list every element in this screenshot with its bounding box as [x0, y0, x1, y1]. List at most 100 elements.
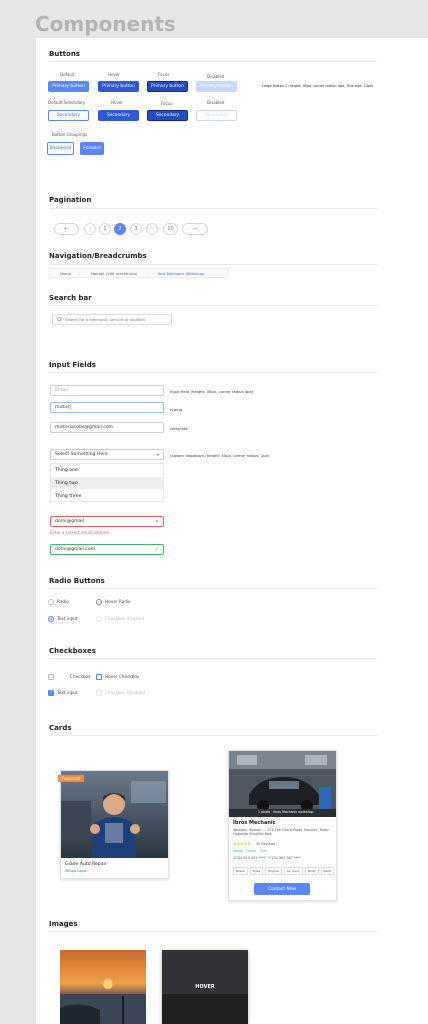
- review-count: 39 Reviews: [256, 842, 276, 846]
- checkbox-disabled: [96, 690, 102, 696]
- star-rating-icon: ★★★★★: [233, 841, 251, 846]
- state-label-secondary-focus: Focus: [161, 101, 173, 106]
- state-label-hover: Hover: [108, 72, 120, 77]
- service-tag: Engine: [265, 867, 282, 875]
- pagination-page-2-active[interactable]: 2: [114, 223, 126, 235]
- secondary-button-disabled: Secondary: [196, 110, 237, 121]
- radio-hover[interactable]: [96, 599, 102, 605]
- card-location: Mfupa Lapic: [65, 869, 87, 873]
- divider: [49, 588, 377, 589]
- backward-button[interactable]: Backward: [47, 142, 74, 155]
- pagination-next-button[interactable]: →: [182, 223, 208, 235]
- hover-image[interactable]: HOVER: [162, 950, 248, 1024]
- secondary-button-default[interactable]: Secondary: [48, 110, 89, 121]
- email-field-empty[interactable]: Email: [50, 385, 164, 396]
- dropdown-option[interactable]: Thing one: [51, 464, 163, 476]
- checkbox-checked[interactable]: ✓: [48, 690, 54, 696]
- divider: [49, 305, 377, 306]
- error-field-value: domi@gmail: [55, 519, 84, 524]
- pagination-page-last[interactable]: 10: [163, 223, 178, 235]
- input-fields-section-title: Input Fields: [49, 361, 96, 369]
- checkbox-hover[interactable]: [96, 674, 102, 680]
- input-spec-note: Input field (height: 45px, corner radius…: [170, 389, 254, 394]
- hover-overlay-label: HOVER: [195, 984, 215, 990]
- state-label-default: Default: [60, 72, 75, 77]
- typing-note: typing: [170, 407, 183, 412]
- error-email-field[interactable]: domi@gmail ✕: [50, 516, 164, 527]
- valid-email-field[interactable]: domi@gmail.com ✓: [50, 544, 164, 555]
- components-sheet: Buttons Default Hover Focus Disabled Pri…: [36, 38, 428, 1024]
- breadcrumb-home[interactable]: Home: [60, 271, 71, 276]
- divider: [49, 208, 377, 209]
- state-label-default-secondary: Default Secondary: [48, 100, 86, 105]
- pagination-prev-button[interactable]: ←: [54, 223, 79, 235]
- error-x-icon: ✕: [154, 518, 159, 525]
- pagination-chevron-right[interactable]: ›: [146, 223, 158, 235]
- checkbox-checked-label: Text input: [57, 690, 78, 695]
- divider: [49, 658, 377, 659]
- photo-caption: 1 photo · Ibros Mechanic workshop: [258, 810, 314, 814]
- dropdown-option[interactable]: Thing three: [51, 490, 163, 502]
- forward-button[interactable]: Forward: [80, 142, 104, 155]
- radio-disabled-label: Checkbox disabled: [105, 616, 145, 621]
- service-tag: Body: [304, 867, 319, 875]
- radio-disabled: [96, 616, 102, 622]
- card-title: Glade Auto Repair: [65, 862, 107, 867]
- radio-hover-label: Hover Radio: [105, 599, 131, 604]
- primary-button-hover[interactable]: Primary button: [98, 81, 139, 92]
- dropdown-option-hover[interactable]: Thing two: [51, 477, 163, 489]
- contact-now-button[interactable]: Contact Now: [254, 883, 310, 895]
- button-groupings-label: Button Groupings: [52, 132, 88, 137]
- radio-default[interactable]: [48, 599, 54, 605]
- pagination-page-3[interactable]: 3: [130, 223, 142, 235]
- primary-button-disabled: Primary button: [196, 81, 237, 92]
- complete-note: complete: [170, 426, 188, 431]
- primary-button-default[interactable]: Primary button: [48, 81, 89, 92]
- dropdown-value: Select Something Here: [55, 452, 108, 457]
- divider: [49, 735, 377, 736]
- typing-field[interactable]: mister|: [50, 402, 164, 413]
- search-input[interactable]: [65, 316, 165, 323]
- arrow-left-icon: ←: [64, 226, 69, 232]
- radio-selected[interactable]: [48, 616, 54, 622]
- search-icon: [57, 317, 62, 322]
- cards-section-title: Cards: [49, 724, 72, 732]
- checkbox-default[interactable]: [48, 674, 54, 680]
- error-message: Enter a correct email address: [50, 530, 110, 535]
- arrow-right-icon: →: [192, 226, 198, 232]
- button-spec-note: Large Button 1 (height: 45px, corner rad…: [262, 84, 374, 88]
- state-label-disabled: Disabled: [207, 74, 225, 79]
- secondary-button-focus[interactable]: Secondary: [147, 110, 188, 121]
- workshop-name: Ibros Mechanic: [233, 820, 276, 826]
- valid-field-value: domi@gmail.com: [55, 547, 96, 552]
- checkbox-section-title: Checkboxes: [49, 647, 96, 655]
- breadcrumb-current[interactable]: Ibra Mechanic Workshop: [158, 271, 205, 276]
- breadcrumb-separator-icon: ›: [79, 271, 81, 276]
- radio-section-title: Radio Buttons: [49, 577, 105, 585]
- pagination-page-1[interactable]: 1: [99, 223, 111, 235]
- images-section-title: Images: [49, 920, 78, 928]
- divider: [49, 931, 377, 932]
- checkmark-icon: ✓: [49, 690, 54, 695]
- service-tag: Air cond.: [283, 867, 303, 875]
- breadcrumb-city[interactable]: Nairobi (268 mechanics): [91, 271, 138, 276]
- pagination-chevron-left[interactable]: ‹: [84, 223, 96, 235]
- service-tag: Brake: [233, 867, 248, 875]
- radio-selected-label: Text input: [57, 616, 78, 621]
- primary-button-focus[interactable]: Primary button: [147, 81, 188, 92]
- mechanic-photo: [61, 771, 168, 858]
- divider: [49, 264, 377, 265]
- checkbox-disabled-label: Checkbox Disabled: [105, 690, 145, 695]
- online-status: Mostly Online · 7pm: [233, 849, 267, 853]
- phone-numbers: +234 810 453 **** · +234 303 567 ****: [233, 856, 301, 860]
- pagination-section-title: Pagination: [49, 196, 92, 204]
- service-tag: Tyres: [249, 867, 264, 875]
- state-label-secondary-hover: Hover: [111, 100, 123, 105]
- dropdown-select[interactable]: Select Something Here ▾: [50, 449, 164, 460]
- page-title: Components: [35, 12, 176, 36]
- complete-field[interactable]: misterjacobs@gmail.com: [50, 422, 164, 433]
- dropdown-spec-note: custom dropdown (height: 45px, corner ra…: [170, 453, 270, 458]
- sunset-image[interactable]: [60, 950, 146, 1024]
- search-section-title: Search bar: [49, 294, 92, 302]
- secondary-button-hover[interactable]: Secondary: [98, 110, 139, 121]
